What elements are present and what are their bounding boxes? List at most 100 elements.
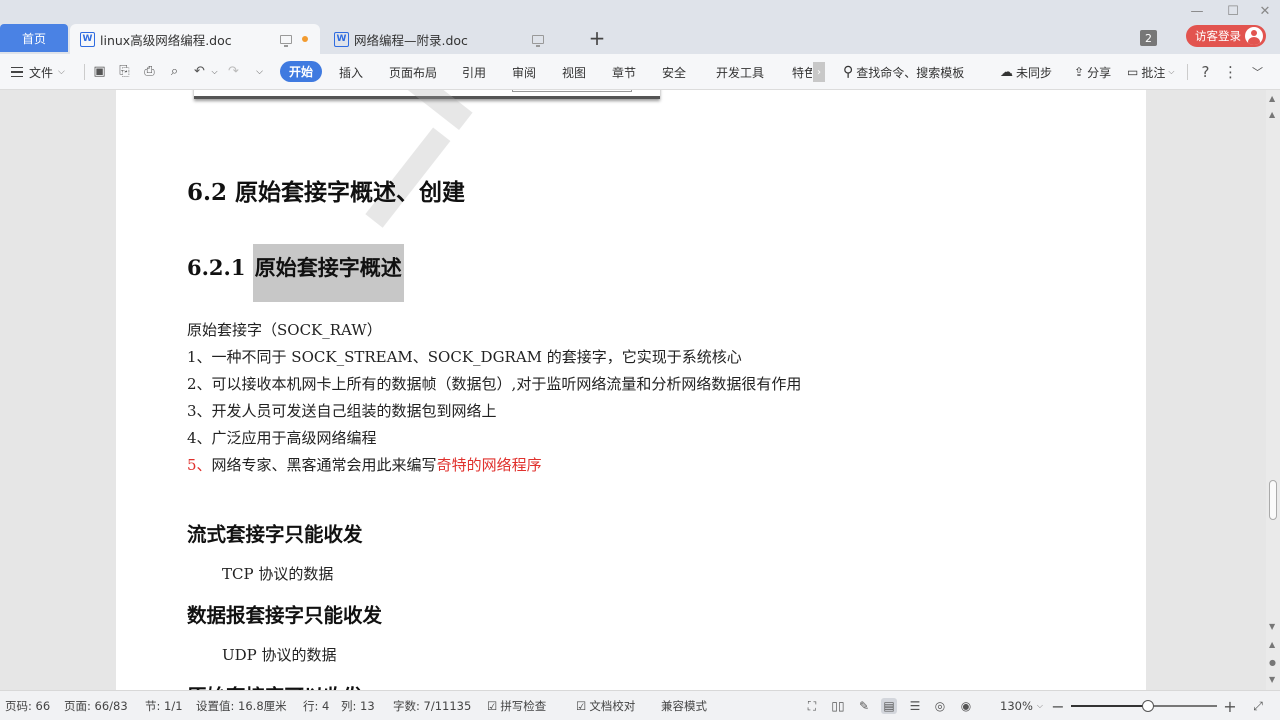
ribbon-scroll-right-icon[interactable]: › <box>813 62 825 82</box>
print-preview-icon[interactable]: ⌕ <box>166 63 183 80</box>
tab-special[interactable]: 特色 <box>792 54 812 90</box>
zoom-out-icon[interactable]: − <box>1050 697 1066 716</box>
tab-insert[interactable]: 插入 <box>339 54 363 90</box>
comment-label: 批注 <box>1141 65 1166 80</box>
tab-home-ribbon[interactable]: 开始 <box>280 61 322 82</box>
avatar-icon <box>1245 27 1263 45</box>
sync-status[interactable]: ☁ 未同步 <box>1000 54 1052 90</box>
doc-tab-title: 网络编程—附录.doc <box>354 32 468 48</box>
tab-page-layout[interactable]: 页面布局 <box>389 54 437 90</box>
zoom-dropdown[interactable]: 130% ⌵ <box>1000 691 1043 720</box>
redo-icon[interactable]: ↷ <box>225 63 242 80</box>
eye-protect-icon[interactable]: ◉ <box>958 698 974 714</box>
comment-icon: ▭ <box>1127 65 1139 79</box>
status-pages[interactable]: 页面: 66/83 <box>64 691 128 720</box>
fullscreen-icon[interactable]: ⛶ <box>804 698 820 714</box>
compat-mode: 兼容模式 <box>661 699 707 713</box>
print-icon[interactable]: ⎙ <box>141 63 158 80</box>
page-view-icon[interactable]: ▤ <box>881 698 897 714</box>
maximize-icon[interactable]: ☐ <box>1224 4 1242 19</box>
fit-window-icon[interactable]: ⤢ <box>1250 698 1266 714</box>
scroll-up-icon[interactable]: ▲ <box>1269 110 1275 119</box>
section-heading: 6.2 原始套接字概述、创建 <box>187 179 466 206</box>
more-dropdown-icon[interactable]: ⌵ <box>251 63 268 80</box>
tab-view[interactable]: 视图 <box>562 54 586 90</box>
share-label: 分享 <box>1087 65 1112 80</box>
hamburger-icon <box>11 67 23 77</box>
next-page-icon[interactable]: ▼ <box>1269 675 1275 684</box>
tab-review[interactable]: 审阅 <box>512 54 536 90</box>
minimize-icon[interactable]: — <box>1188 4 1206 19</box>
outline-view-icon[interactable]: ☰ <box>907 698 923 714</box>
dgram-socket-heading: 数据报套接字只能收发 <box>187 604 383 627</box>
read-mode-icon[interactable]: ▯▯ <box>830 698 846 714</box>
monitor-icon[interactable] <box>280 34 292 47</box>
file-menu-label: 文件 <box>29 65 54 80</box>
list-item: 2、可以接收本机网卡上所有的数据帧（数据包）,对于监听网络流量和分析网络数据很有… <box>187 375 802 393</box>
spell-check-icon: ☑ <box>487 699 498 713</box>
tab-home[interactable]: 首页 <box>0 24 68 52</box>
help-icon[interactable]: ? <box>1197 63 1214 81</box>
comment-button[interactable]: ▭ 批注 ⌵ <box>1127 54 1174 90</box>
prev-page-icon[interactable]: ▲ <box>1269 640 1275 649</box>
web-view-icon[interactable]: ◎ <box>932 698 948 714</box>
share-button[interactable]: ⇪ 分享 <box>1074 54 1111 90</box>
stream-socket-desc: TCP 协议的数据 <box>222 565 334 583</box>
close-window-icon[interactable]: ✕ <box>1256 4 1274 19</box>
spell-check-button[interactable]: ☑ 拼写检查 <box>487 691 546 720</box>
status-bar: 页码: 66 页面: 66/83 节: 1/1 设置值: 16.8厘米 行: 4… <box>0 690 1280 720</box>
word-doc-icon: W <box>80 31 95 47</box>
raw-socket-heading: 原始套接字可以收发 <box>187 680 363 690</box>
status-setting: 设置值: 16.8厘米 <box>196 699 287 713</box>
watermark <box>365 90 473 321</box>
undo-dropdown-icon[interactable]: ⌵ <box>206 63 223 80</box>
select-browse-icon[interactable]: ● <box>1269 658 1276 667</box>
export-icon[interactable]: ⎘ <box>116 63 133 80</box>
collapse-ribbon-icon[interactable]: ﹀ <box>1249 63 1266 80</box>
zoom-level: 130% <box>1000 699 1033 713</box>
zoom-in-icon[interactable]: + <box>1222 697 1238 716</box>
tab-chapter[interactable]: 章节 <box>612 54 636 90</box>
list-item: 3、开发人员可发送自己组装的数据包到网络上 <box>187 402 497 420</box>
doc-tab-title: linux高级网络编程.doc <box>100 32 232 48</box>
doc-tab-linux[interactable]: W linux高级网络编程.doc <box>70 24 320 54</box>
list-item-red-text: 奇特的网络程序 <box>436 456 542 474</box>
file-menu[interactable]: 文件 ⌵ <box>11 54 65 90</box>
tab-security[interactable]: 安全 <box>662 54 686 90</box>
tab-developer[interactable]: 开发工具 <box>716 54 764 90</box>
list-item: 5、网络专家、黑客通常会用此来编写奇特的网络程序 <box>187 454 542 475</box>
selected-text-highlight[interactable]: 原始套接字概述 <box>252 244 404 302</box>
unsaved-dot-icon <box>302 36 308 42</box>
tab-references[interactable]: 引用 <box>462 54 486 90</box>
guest-login-button[interactable]: 访客登录 <box>1186 25 1266 47</box>
proofread-label: 文档校对 <box>589 699 636 713</box>
zoom-slider-knob[interactable] <box>1142 700 1155 712</box>
divider <box>84 64 85 80</box>
new-tab-plus-icon[interactable]: + <box>586 26 608 50</box>
watermark-mark <box>296 90 588 246</box>
sync-label: 未同步 <box>1016 65 1053 80</box>
share-icon: ⇪ <box>1074 65 1085 79</box>
tab-count-badge[interactable]: 2 <box>1140 30 1157 46</box>
save-icon[interactable]: ▣ <box>91 63 108 80</box>
command-search[interactable]: ⚲ 查找命令、搜索模板 <box>843 54 964 90</box>
login-label: 访客登录 <box>1195 29 1241 43</box>
list-item-text: 网络专家、黑客通常会用此来编写 <box>211 456 437 474</box>
more-options-icon[interactable]: ⋮ <box>1222 63 1239 81</box>
doc-tab-appendix[interactable]: W 网络编程—附录.doc <box>324 24 574 54</box>
vertical-scrollbar[interactable]: ▲ ▲ ▼ ▲ ● ▼ <box>1266 90 1280 690</box>
write-mode-icon[interactable]: ✎ <box>856 698 872 714</box>
monitor-icon[interactable] <box>532 34 544 47</box>
chevron-down-icon: ⌵ <box>1168 67 1175 76</box>
document-page[interactable]: 6.2 原始套接字概述、创建 6.2.1 原始套接字概述 原始套接字（SOCK_… <box>116 90 1146 690</box>
scrollbar-thumb[interactable] <box>1269 480 1277 520</box>
scroll-down-icon[interactable]: ▼ <box>1269 622 1275 631</box>
list-item-number: 5、 <box>187 456 212 474</box>
doc-proofread-button[interactable]: ☑ 文档校对 <box>576 691 635 720</box>
divider <box>1187 64 1188 80</box>
scroll-up-icon[interactable]: ▲ <box>1269 94 1275 103</box>
status-word-count[interactable]: 字数: 7/11135 <box>393 691 471 720</box>
zoom-slider[interactable] <box>1071 700 1217 712</box>
status-page-number[interactable]: 页码: 66 <box>5 691 50 720</box>
word-doc-icon: W <box>334 31 349 47</box>
